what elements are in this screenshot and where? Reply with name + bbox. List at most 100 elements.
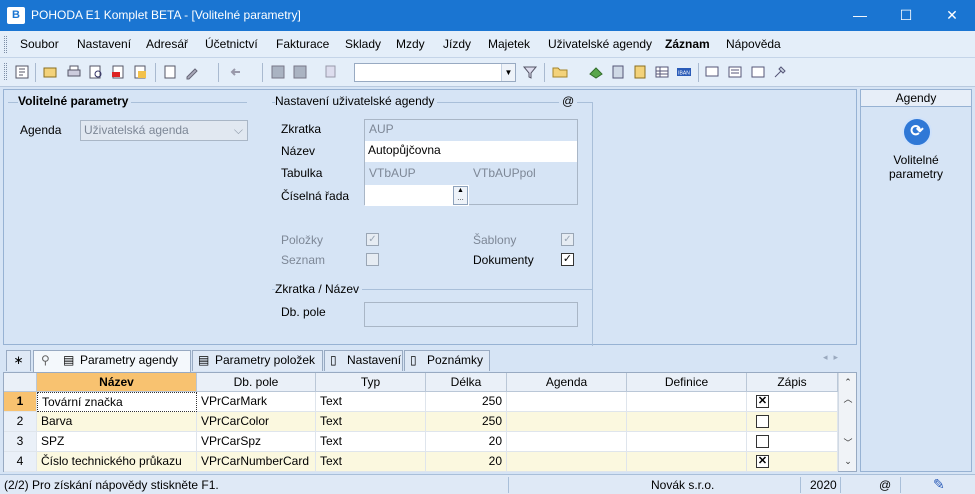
seznam-checkbox[interactable] <box>366 253 379 266</box>
cell-nazev[interactable]: Barva <box>37 412 197 432</box>
copy-icon[interactable] <box>322 64 338 80</box>
cell-dbpole[interactable]: VPrCarMark <box>197 392 316 412</box>
column-header-delka[interactable]: Délka <box>426 373 507 392</box>
sablony-checkbox[interactable]: ✓ <box>561 233 574 246</box>
cell-dbpole[interactable]: VPrCarColor <box>197 412 316 432</box>
scroll-up-icon[interactable]: ︿ <box>839 391 857 407</box>
dbpole-field[interactable] <box>364 302 578 327</box>
cell-definice[interactable] <box>627 452 747 472</box>
menu-zaznam[interactable]: Záznam <box>665 37 710 51</box>
menu-sklady[interactable]: Sklady <box>345 37 381 51</box>
nazev-field[interactable]: Autopůjčovna <box>365 141 577 162</box>
menu-fakturace[interactable]: Fakturace <box>276 37 329 51</box>
new-record-icon[interactable] <box>162 64 178 80</box>
calculator2-icon[interactable] <box>632 64 648 80</box>
scroll-bottom-icon[interactable]: ⌄ <box>839 453 857 469</box>
cell-delka[interactable]: 20 <box>426 432 507 452</box>
minimize-button[interactable]: — <box>837 0 883 31</box>
cell-agenda[interactable] <box>507 412 627 432</box>
zapis-checkbox[interactable]: ✕ <box>756 395 769 408</box>
cell-agenda[interactable] <box>507 432 627 452</box>
zapis-checkbox[interactable]: ✕ <box>756 455 769 468</box>
column-header-zapis[interactable]: Zápis <box>747 373 838 392</box>
menu-jizdy[interactable]: Jízdy <box>443 37 471 51</box>
table-icon[interactable] <box>654 64 670 80</box>
tab-parametry-polozek[interactable]: ▤ Parametry položek <box>192 350 323 371</box>
cell-agenda[interactable] <box>507 452 627 472</box>
open-icon[interactable] <box>42 64 58 80</box>
cell-definice[interactable] <box>627 392 747 412</box>
cell-typ[interactable]: Text <box>316 432 426 452</box>
tab-parametry-agendy[interactable]: ⚲ ▤ Parametry agendy <box>33 350 191 372</box>
agenda-select[interactable]: Uživatelská agenda ⌵ <box>80 120 248 141</box>
print-icon[interactable] <box>66 64 82 80</box>
agenda-icon[interactable] <box>14 64 30 80</box>
menu-soubor[interactable]: Soubor <box>20 37 59 51</box>
menu-napoveda[interactable]: Nápověda <box>726 37 781 51</box>
table-row[interactable]: 2 Barva VPrCarColor Text 250 <box>4 412 838 432</box>
column-header-nazev[interactable]: Název <box>37 373 197 392</box>
menu-adresar[interactable]: Adresář <box>146 37 188 51</box>
filter-icon[interactable] <box>522 64 538 80</box>
asterisk-tab[interactable]: ∗ <box>6 350 31 371</box>
maximize-button[interactable]: ☐ <box>883 0 929 31</box>
column-header-definice[interactable]: Definice <box>627 373 747 392</box>
cell-delka[interactable]: 20 <box>426 452 507 472</box>
cell-definice[interactable] <box>627 432 747 452</box>
cell-nazev[interactable]: Číslo technického průkazu <box>37 452 197 472</box>
print-preview-icon[interactable] <box>88 64 104 80</box>
volitelne-parametry-link[interactable]: Volitelné parametry <box>861 153 971 181</box>
cell-dbpole[interactable]: VPrCarSpz <box>197 432 316 452</box>
menu-majetek[interactable]: Majetek <box>488 37 530 51</box>
cell-typ[interactable]: Text <box>316 452 426 472</box>
dokumenty-checkbox[interactable]: ✓ <box>561 253 574 266</box>
column-header-typ[interactable]: Typ <box>316 373 426 392</box>
calculator-icon[interactable] <box>610 64 626 80</box>
save-icon[interactable] <box>270 64 286 80</box>
quick-filter-combo[interactable]: ▼ <box>354 63 516 82</box>
back-icon[interactable] <box>228 64 244 80</box>
grid-scrollbar[interactable]: ⌃ ︿ ﹀ ⌄ <box>838 373 856 471</box>
save-close-icon[interactable] <box>292 64 308 80</box>
menu-uzivatelske-agendy[interactable]: Uživatelské agendy <box>548 37 652 51</box>
chevron-down-icon[interactable]: ▼ <box>501 64 515 81</box>
edit-pencil-icon[interactable]: ✎ <box>933 476 945 493</box>
cell-agenda[interactable] <box>507 392 627 412</box>
cell-dbpole[interactable]: VPrCarNumberCard <box>197 452 316 472</box>
folder-icon[interactable] <box>552 64 568 80</box>
menu-mzdy[interactable]: Mzdy <box>396 37 425 51</box>
message-icon[interactable] <box>704 64 720 80</box>
cell-delka[interactable]: 250 <box>426 412 507 432</box>
edit-icon[interactable] <box>184 64 200 80</box>
volitelne-parametry-icon[interactable]: ⟳ <box>902 117 932 147</box>
tab-nastaveni[interactable]: ▯ Nastavení <box>324 350 403 371</box>
tab-scroll-arrows[interactable]: ◂▸ <box>823 352 844 363</box>
table-row[interactable]: 1 Tovární značka VPrCarMark Text 250 ✕ <box>4 392 838 412</box>
menu-ucetnictvi[interactable]: Účetnictví <box>205 37 258 51</box>
note-icon[interactable] <box>750 64 766 80</box>
cell-nazev[interactable]: Tovární značka <box>37 392 197 412</box>
cell-delka[interactable]: 250 <box>426 392 507 412</box>
tools-icon[interactable] <box>772 64 788 80</box>
polozky-checkbox[interactable]: ✓ <box>366 233 379 246</box>
ciselna-rada-stepper[interactable]: ▲… <box>453 186 468 205</box>
menu-nastaveni[interactable]: Nastavení <box>77 37 131 51</box>
cell-nazev[interactable]: SPZ <box>37 432 197 452</box>
pdf-icon[interactable] <box>110 64 126 80</box>
iban-icon[interactable]: IBAN <box>676 64 692 80</box>
column-header-dbpole[interactable]: Db. pole <box>197 373 316 392</box>
cell-definice[interactable] <box>627 412 747 432</box>
tab-poznamky[interactable]: ▯ Poznámky <box>404 350 490 371</box>
scroll-down-icon[interactable]: ﹀ <box>839 435 857 451</box>
money-icon[interactable] <box>588 64 604 80</box>
scroll-top-icon[interactable]: ⌃ <box>839 374 857 390</box>
cell-typ[interactable]: Text <box>316 412 426 432</box>
zapis-checkbox[interactable] <box>756 415 769 428</box>
table-row[interactable]: 3 SPZ VPrCarSpz Text 20 <box>4 432 838 452</box>
zapis-checkbox[interactable] <box>756 435 769 448</box>
cell-typ[interactable]: Text <box>316 392 426 412</box>
column-header-agenda[interactable]: Agenda <box>507 373 627 392</box>
list-icon[interactable] <box>727 64 743 80</box>
export-icon[interactable] <box>132 64 148 80</box>
table-row[interactable]: 4 Číslo technického průkazu VPrCarNumber… <box>4 452 838 472</box>
